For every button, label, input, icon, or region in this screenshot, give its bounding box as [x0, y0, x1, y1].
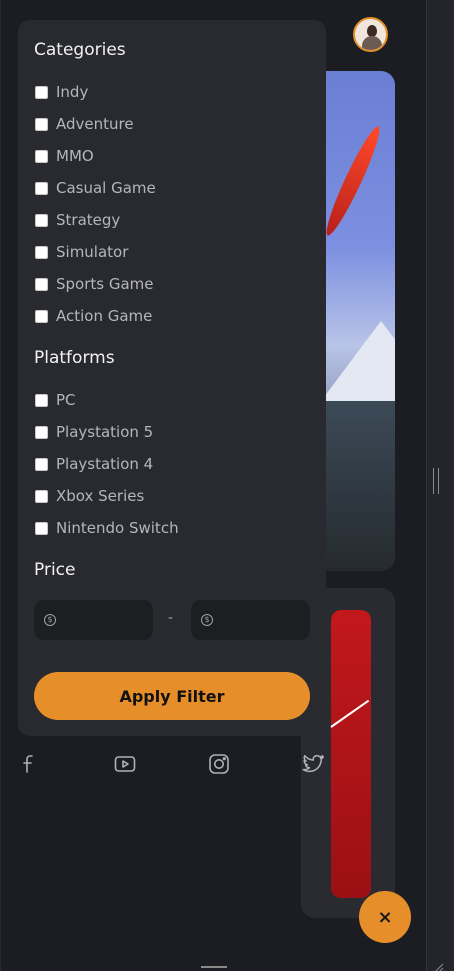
platform-option[interactable]: Nintendo Switch — [35, 518, 179, 538]
platform-checkbox[interactable] — [35, 425, 48, 439]
price-max-input[interactable]: $ — [191, 600, 310, 640]
category-checkbox[interactable] — [35, 309, 48, 323]
app-window: Categories Indy Adventure MMO Casual Gam… — [0, 0, 426, 971]
category-option[interactable]: Strategy — [35, 210, 120, 230]
close-filter-button[interactable]: × — [359, 891, 411, 943]
platform-checkbox[interactable] — [35, 489, 48, 503]
avatar-body — [362, 36, 382, 50]
categories-title: Categories — [34, 40, 126, 60]
category-checkbox[interactable] — [35, 85, 48, 99]
category-option[interactable]: Sports Game — [35, 274, 154, 294]
category-label: Sports Game — [56, 275, 154, 293]
category-checkbox[interactable] — [35, 117, 48, 131]
platform-label: Nintendo Switch — [56, 519, 179, 537]
hero-art-feather — [320, 123, 386, 239]
facebook-icon[interactable] — [18, 752, 42, 776]
category-label: Indy — [56, 83, 89, 101]
platform-label: Xbox Series — [56, 487, 145, 505]
category-option[interactable]: Simulator — [35, 242, 128, 262]
instagram-icon[interactable] — [207, 752, 231, 776]
category-checkbox[interactable] — [35, 277, 48, 291]
platform-checkbox[interactable] — [35, 393, 48, 407]
category-checkbox[interactable] — [35, 149, 48, 163]
platform-option[interactable]: PC — [35, 390, 76, 410]
close-icon: × — [377, 906, 393, 928]
bottom-resize-handle[interactable] — [201, 966, 227, 968]
category-option[interactable]: Casual Game — [35, 178, 156, 198]
platforms-title: Platforms — [34, 348, 115, 368]
category-checkbox[interactable] — [35, 181, 48, 195]
corner-resize-icon[interactable] — [432, 958, 444, 971]
category-label: Casual Game — [56, 179, 156, 197]
category-label: Action Game — [56, 307, 153, 325]
platform-option[interactable]: Xbox Series — [35, 486, 144, 506]
platform-checkbox[interactable] — [35, 521, 48, 535]
category-checkbox[interactable] — [35, 245, 48, 259]
category-option[interactable]: Indy — [35, 82, 88, 102]
game-cover-art — [331, 610, 371, 898]
twitter-icon[interactable] — [301, 752, 325, 776]
resize-handle[interactable] — [433, 468, 439, 494]
hero-art-mountain — [321, 321, 395, 401]
window-edge — [426, 0, 454, 971]
filter-panel: Categories Indy Adventure MMO Casual Gam… — [18, 20, 326, 736]
category-label: Adventure — [56, 115, 134, 133]
category-label: Simulator — [56, 243, 129, 261]
apply-filter-button[interactable]: Apply Filter — [34, 672, 310, 720]
user-avatar[interactable] — [353, 17, 388, 52]
category-label: MMO — [56, 147, 94, 165]
currency-icon: $ — [201, 614, 213, 626]
price-separator: - — [168, 610, 174, 626]
category-option[interactable]: Action Game — [35, 306, 152, 326]
platform-option[interactable]: Playstation 4 — [35, 454, 153, 474]
currency-icon: $ — [44, 614, 56, 626]
category-checkbox[interactable] — [35, 213, 48, 227]
category-option[interactable]: Adventure — [35, 114, 134, 134]
category-label: Strategy — [56, 211, 121, 229]
platform-option[interactable]: Playstation 5 — [35, 422, 153, 442]
price-title: Price — [34, 560, 76, 580]
platform-label: Playstation 5 — [56, 423, 154, 441]
platform-label: Playstation 4 — [56, 455, 154, 473]
price-min-input[interactable]: $ — [34, 600, 153, 640]
category-option[interactable]: MMO — [35, 146, 94, 166]
platform-label: PC — [56, 391, 76, 409]
youtube-icon[interactable] — [113, 752, 137, 776]
platform-checkbox[interactable] — [35, 457, 48, 471]
